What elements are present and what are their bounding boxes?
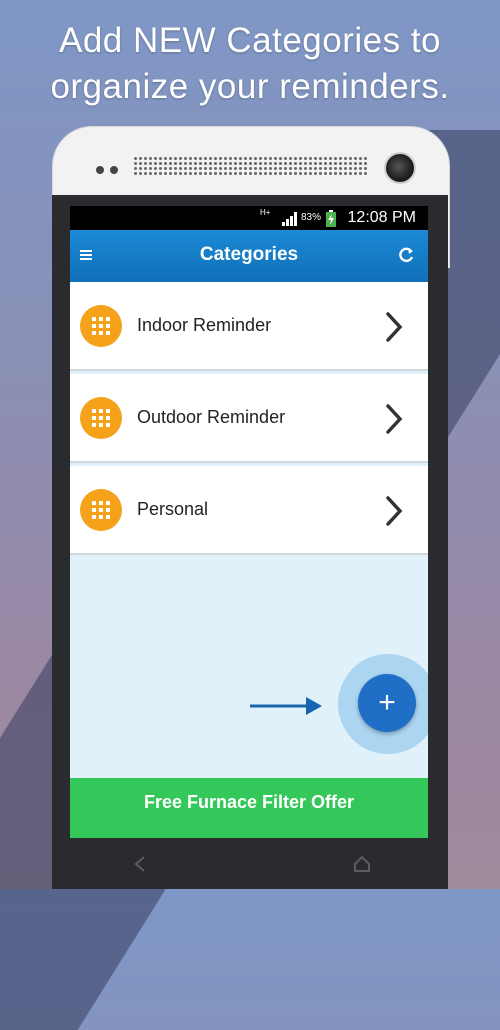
offer-banner[interactable]: Free Furnace Filter Offer xyxy=(70,778,428,838)
promo-line-1: Add NEW Categories to xyxy=(58,21,442,60)
category-item[interactable]: Outdoor Reminder xyxy=(70,374,428,463)
grid-icon xyxy=(80,305,122,347)
battery-charging-icon xyxy=(326,210,336,227)
chevron-right-icon xyxy=(386,312,403,342)
home-icon[interactable] xyxy=(352,854,372,874)
back-icon[interactable] xyxy=(132,854,148,874)
category-label: Outdoor Reminder xyxy=(137,407,286,427)
status-bar: H+ 83% 12:08 PM xyxy=(70,206,428,230)
page-title: Categories xyxy=(199,244,299,265)
phone-screen: H+ 83% 12:08 PM Categories Indoor Remind… xyxy=(70,206,428,838)
refresh-icon[interactable] xyxy=(396,245,416,265)
category-list: Indoor Reminder Outdoor Reminder Persona… xyxy=(70,282,428,558)
sensor-dot xyxy=(96,166,104,174)
status-time: 12:08 PM xyxy=(347,209,416,226)
network-label: H+ xyxy=(260,208,271,217)
promo-line-2: organize your reminders. xyxy=(50,67,450,106)
category-label: Personal xyxy=(137,499,209,519)
battery-percent: 83% xyxy=(301,212,322,223)
promo-headline: Add NEW Categories to organize your remi… xyxy=(0,18,500,110)
chevron-right-icon xyxy=(386,496,403,526)
sensor-dot xyxy=(110,166,118,174)
front-camera xyxy=(384,152,416,184)
speaker-grille xyxy=(133,156,369,176)
signal-icon xyxy=(282,212,297,226)
chevron-right-icon xyxy=(386,404,403,434)
category-item[interactable]: Indoor Reminder xyxy=(70,282,428,371)
add-category-button[interactable]: + xyxy=(358,674,416,732)
grid-icon xyxy=(80,397,122,439)
arrow-right-icon xyxy=(250,697,322,715)
navigation-bar xyxy=(52,840,448,889)
category-item[interactable]: Personal xyxy=(70,466,428,555)
grid-icon xyxy=(80,489,122,531)
app-bar: Categories xyxy=(70,230,428,282)
category-label: Indoor Reminder xyxy=(137,315,272,335)
